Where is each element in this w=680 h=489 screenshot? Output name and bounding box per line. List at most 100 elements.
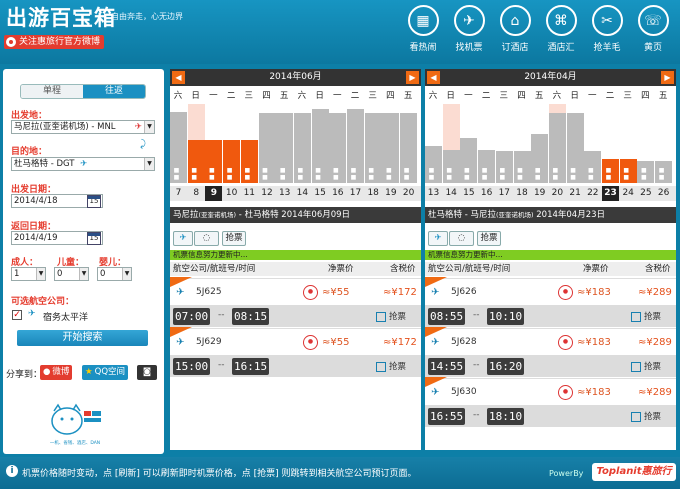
- share-qzone-button[interactable]: ★ QQ空间: [82, 365, 129, 380]
- flight-row[interactable]: ✈ 5J625 ● ≈¥55 ≈¥172 07:00 -- 08:15 抢票: [170, 277, 421, 328]
- nav-coupon[interactable]: ✂ 抢羊毛: [584, 5, 630, 53]
- share-weibo-button[interactable]: ● 微博: [40, 365, 73, 380]
- flight-row[interactable]: ✈ 5J630 ● ≈¥183 ≈¥289 16:55 -- 18:10 抢票: [425, 377, 676, 428]
- day-column[interactable]: ■■: [619, 104, 637, 183]
- day-number[interactable]: 8: [188, 186, 205, 201]
- book-button[interactable]: 抢票: [631, 360, 661, 372]
- day-column[interactable]: ■■: [187, 104, 205, 183]
- price-bar[interactable]: ■■: [531, 134, 549, 183]
- price-bar[interactable]: ■■: [329, 113, 347, 183]
- to-select[interactable]: 杜马格特 - DGT ✈ ▼: [11, 157, 155, 171]
- book-button[interactable]: 抢票: [376, 360, 406, 372]
- tab-oneway[interactable]: 单程: [21, 85, 83, 98]
- price-bar[interactable]: ■■: [293, 113, 311, 183]
- price-bar[interactable]: ■■: [460, 137, 478, 183]
- price-bar[interactable]: ■■: [382, 113, 400, 183]
- nav-watch[interactable]: ▦ 看热闹: [400, 5, 446, 53]
- day-number[interactable]: 19: [382, 186, 399, 201]
- day-column[interactable]: ■■: [655, 104, 673, 183]
- price-bar[interactable]: ■■: [548, 113, 566, 183]
- day-column[interactable]: ■■: [240, 104, 258, 183]
- airline-filter-logo[interactable]: ✈: [428, 231, 448, 246]
- day-column[interactable]: ■■: [258, 104, 276, 183]
- price-bar[interactable]: ■■: [258, 113, 276, 183]
- adult-select[interactable]: 1 ▼: [11, 267, 46, 281]
- flight-row[interactable]: ✈ 5J626 ● ≈¥183 ≈¥289 08:55 -- 10:10 抢票: [425, 277, 676, 328]
- price-bar[interactable]: ■■: [425, 145, 442, 183]
- day-column[interactable]: ■■: [513, 104, 531, 183]
- prev-month-button[interactable]: ◀: [427, 71, 440, 84]
- day-column[interactable]: ■■: [364, 104, 382, 183]
- nav-hotel[interactable]: ⌂ 订酒店: [492, 5, 538, 53]
- tab-roundtrip[interactable]: 往返: [83, 85, 145, 98]
- infant-select[interactable]: 0 ▼: [97, 267, 132, 281]
- nav-yellowpage[interactable]: ☏ 黄页: [630, 5, 676, 53]
- day-column[interactable]: ■■: [347, 104, 364, 183]
- price-bar[interactable]: ■■: [495, 151, 513, 183]
- calendar-icon[interactable]: 15: [87, 195, 101, 208]
- day-number[interactable]: 25: [637, 186, 654, 201]
- day-number[interactable]: 9: [205, 186, 223, 201]
- price-bar[interactable]: ■■: [205, 139, 223, 183]
- from-select[interactable]: 马尼拉(亚奎诺机场) - MNL ✈ ▼: [11, 120, 155, 134]
- day-number[interactable]: 7: [170, 186, 187, 201]
- price-bar[interactable]: ■■: [478, 149, 496, 183]
- child-select[interactable]: 0 ▼: [54, 267, 89, 281]
- book-button[interactable]: 抢票: [631, 410, 661, 422]
- day-number[interactable]: 24: [620, 186, 637, 201]
- day-number[interactable]: 16: [478, 186, 495, 201]
- day-number[interactable]: 13: [425, 186, 442, 201]
- refresh-button[interactable]: ◌: [194, 231, 219, 246]
- price-bar[interactable]: ■■: [311, 108, 329, 183]
- day-number[interactable]: 17: [496, 186, 513, 201]
- price-bar[interactable]: ■■: [240, 139, 258, 183]
- price-bar[interactable]: ■■: [223, 139, 241, 183]
- price-bar[interactable]: ■■: [276, 113, 294, 183]
- day-number[interactable]: 15: [460, 186, 477, 201]
- day-column[interactable]: ■■: [442, 104, 460, 183]
- price-bar[interactable]: ■■: [619, 159, 637, 183]
- day-number[interactable]: 20: [400, 186, 417, 201]
- nav-flights[interactable]: ✈ 找机票: [446, 5, 492, 53]
- day-column[interactable]: ■■: [584, 104, 602, 183]
- day-column[interactable]: ■■: [170, 104, 187, 183]
- day-column[interactable]: ■■: [293, 104, 311, 183]
- day-number[interactable]: 14: [294, 186, 311, 201]
- flight-row[interactable]: ✈ 5J629 ● ≈¥55 ≈¥172 15:00 -- 16:15 抢票: [170, 327, 421, 378]
- price-bar[interactable]: ■■: [187, 139, 205, 183]
- day-column[interactable]: ■■: [548, 104, 566, 183]
- day-number[interactable]: 23: [602, 186, 619, 201]
- day-number[interactable]: 10: [223, 186, 240, 201]
- day-number[interactable]: 15: [312, 186, 329, 201]
- flight-row[interactable]: ✈ 5J628 ● ≈¥183 ≈¥289 14:55 -- 16:20 抢票: [425, 327, 676, 378]
- day-column[interactable]: ■■: [329, 104, 347, 183]
- grab-filter-button[interactable]: 抢票: [222, 231, 246, 246]
- airline-filter-logo[interactable]: ✈: [173, 231, 193, 246]
- next-month-button[interactable]: ▶: [406, 71, 419, 84]
- search-button[interactable]: 开始搜索: [17, 330, 148, 346]
- day-column[interactable]: ■■: [495, 104, 513, 183]
- airline-checkbox[interactable]: ✓: [12, 310, 22, 320]
- day-number[interactable]: 20: [549, 186, 566, 201]
- price-bar[interactable]: ■■: [655, 160, 673, 183]
- day-column[interactable]: ■■: [223, 104, 241, 183]
- day-number[interactable]: 22: [584, 186, 601, 201]
- day-number[interactable]: 13: [276, 186, 293, 201]
- price-bar[interactable]: ■■: [347, 108, 364, 183]
- book-button[interactable]: 抢票: [376, 310, 406, 322]
- day-column[interactable]: ■■: [460, 104, 478, 183]
- grab-filter-button[interactable]: 抢票: [477, 231, 501, 246]
- price-bar[interactable]: ■■: [513, 151, 531, 183]
- day-column[interactable]: ■■: [602, 104, 619, 183]
- day-number[interactable]: 14: [443, 186, 460, 201]
- price-bar[interactable]: ■■: [566, 113, 584, 183]
- day-number[interactable]: 18: [514, 186, 531, 201]
- swap-icon[interactable]: ⤸: [140, 139, 146, 150]
- brand-logo[interactable]: Toplanit惠旅行: [592, 463, 676, 481]
- day-column[interactable]: ■■: [425, 104, 442, 183]
- day-number[interactable]: 11: [241, 186, 258, 201]
- day-number[interactable]: 12: [259, 186, 276, 201]
- price-bar[interactable]: ■■: [602, 159, 619, 183]
- price-bar[interactable]: ■■: [637, 160, 655, 183]
- price-bar[interactable]: ■■: [442, 149, 460, 183]
